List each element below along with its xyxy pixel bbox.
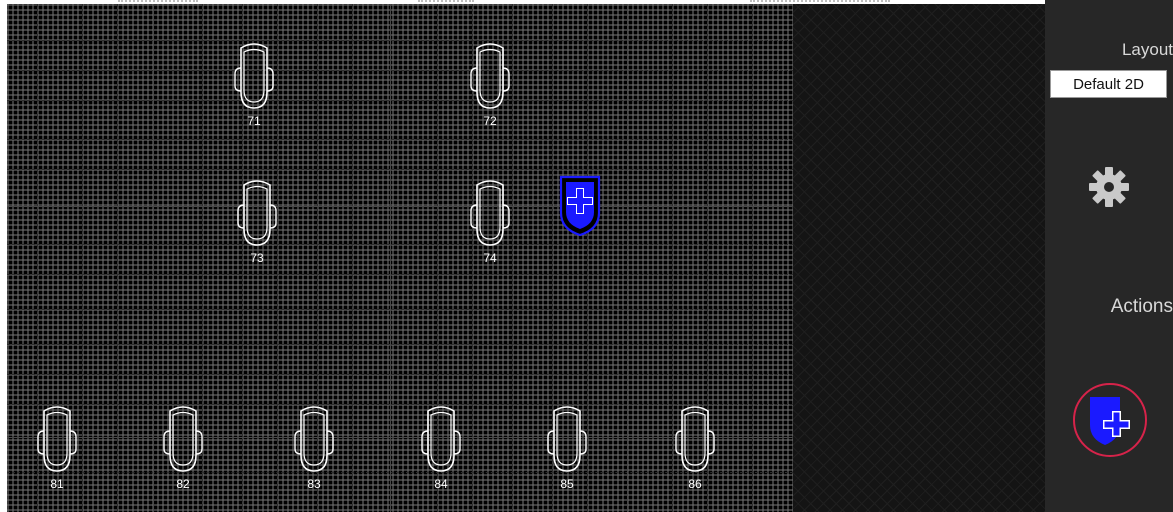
grid-line: [7, 100, 793, 101]
seat-label: 83: [307, 477, 321, 491]
grid-line: [117, 4, 118, 512]
seat-71[interactable]: 71: [224, 38, 284, 138]
layout-title: Layout: [1121, 40, 1173, 59]
seat-icon: [421, 406, 461, 472]
add-shield-button[interactable]: [1073, 383, 1147, 457]
canvas-margin: [793, 4, 1045, 512]
grid-line: [7, 274, 793, 275]
seat-icon: [37, 406, 77, 472]
seat-label: 73: [250, 251, 264, 265]
seat-85[interactable]: 85: [537, 401, 597, 501]
seat-icon: [163, 406, 203, 472]
actions-title: Actions: [1110, 296, 1173, 317]
seat-icon: [470, 43, 510, 109]
seat-label: 71: [247, 114, 261, 128]
grid-line: [7, 139, 793, 140]
seat-74[interactable]: 74: [460, 175, 520, 275]
seat-icon: [237, 180, 277, 246]
seat-label: 84: [434, 477, 448, 491]
seat-label: 81: [50, 477, 64, 491]
placed-shield-plus-icon[interactable]: [557, 173, 603, 239]
grid-line: [627, 4, 628, 512]
grid-line: [7, 309, 793, 310]
seating-canvas[interactable]: 71 72 73 74 81 82 83 84 85 86: [7, 4, 793, 512]
shield-plus-icon: [1090, 397, 1130, 445]
grid-line: [7, 70, 793, 71]
grid-line: [7, 344, 793, 345]
seat-82[interactable]: 82: [153, 401, 213, 501]
seat-label: 72: [483, 114, 497, 128]
seat-83[interactable]: 83: [284, 401, 344, 501]
seat-72[interactable]: 72: [460, 38, 520, 138]
seat-icon: [470, 180, 510, 246]
grid-line: [390, 4, 391, 512]
layout-select[interactable]: Default 2D: [1050, 70, 1167, 98]
seat-icon: [547, 406, 587, 472]
gear-icon[interactable]: [1087, 165, 1131, 209]
seat-86[interactable]: 86: [665, 401, 725, 501]
app-window: 71 72 73 74 81 82 83 84 85 86 Layout Def…: [0, 0, 1173, 512]
sidebar: Layout Default 2D Actions: [1045, 0, 1173, 512]
seat-icon: [234, 43, 274, 109]
seat-label: 82: [176, 477, 190, 491]
seat-81[interactable]: 81: [27, 401, 87, 501]
seat-icon: [675, 406, 715, 472]
seat-label: 74: [483, 251, 497, 265]
grid-line: [752, 4, 753, 512]
grid-line: [352, 4, 353, 512]
seat-label: 86: [688, 477, 702, 491]
grid-line: [7, 374, 793, 375]
seat-icon: [294, 406, 334, 472]
grid-line: [7, 244, 793, 245]
seat-73[interactable]: 73: [227, 175, 287, 275]
grid-line: [7, 206, 793, 207]
grid-line: [7, 169, 793, 170]
grid-line: [7, 40, 793, 41]
seat-84[interactable]: 84: [411, 401, 471, 501]
seat-label: 85: [560, 477, 574, 491]
